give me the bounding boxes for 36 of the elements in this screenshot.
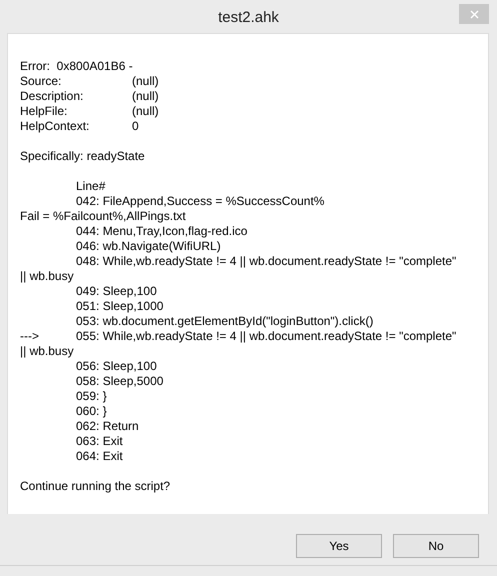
script-line: 044: Menu,Tray,Icon,flag-red.ico <box>75 224 248 239</box>
script-line: 056: Sleep,100 <box>75 359 158 374</box>
field-value: (null) <box>132 74 159 89</box>
script-line: 053: wb.document.getElementById("loginButton").click() <box>75 314 374 329</box>
script-line: 055: While,wb.readyState != 4 || wb.document.readyState != "complete" <box>76 329 456 344</box>
field-label: Description: <box>20 89 84 104</box>
field-label: Source: <box>20 74 62 89</box>
dialog-button[interactable]: No <box>393 534 479 558</box>
script-line-continuation: Fail = %Failcount%,AllPings.txt <box>20 209 187 224</box>
field-value: (null) <box>132 89 159 104</box>
script-line: 058: Sleep,5000 <box>75 374 164 389</box>
script-line: 048: While,wb.readyState != 4 || wb.document.readyState != "complete" <box>75 254 458 269</box>
field-label: HelpContext: <box>20 119 90 134</box>
close-icon <box>470 10 478 18</box>
error-code-text: Error: 0x800A01B6 - <box>20 59 134 74</box>
close-button[interactable] <box>459 4 489 24</box>
script-line: 063: Exit <box>75 434 124 449</box>
script-line: 046: wb.Navigate(WifiURL) <box>75 239 222 254</box>
script-line: 064: Exit <box>75 449 124 464</box>
window-title: test2.ahk <box>218 8 279 28</box>
question-text: Continue running the script? <box>20 479 172 494</box>
script-line: 049: Sleep,100 <box>75 284 158 299</box>
current-line-marker: ---> <box>20 329 40 344</box>
script-line-continuation: || wb.busy <box>20 344 75 359</box>
script-line-continuation: || wb.busy <box>20 269 75 284</box>
script-line: 060: } <box>75 404 108 419</box>
detail-text: Specifically: readyState <box>20 149 146 164</box>
script-line: 062: Return <box>75 419 140 434</box>
script-line: 042: FileAppend,Success = %SuccessCount% <box>75 194 326 209</box>
field-value: 0 <box>132 119 139 134</box>
script-line: 059: } <box>75 389 108 404</box>
script-line: 051: Sleep,1000 <box>75 299 164 314</box>
script-line: Line# <box>75 179 106 194</box>
field-value: (null) <box>132 104 159 119</box>
field-label: HelpFile: <box>20 104 68 119</box>
dialog-button[interactable]: Yes <box>296 534 382 558</box>
